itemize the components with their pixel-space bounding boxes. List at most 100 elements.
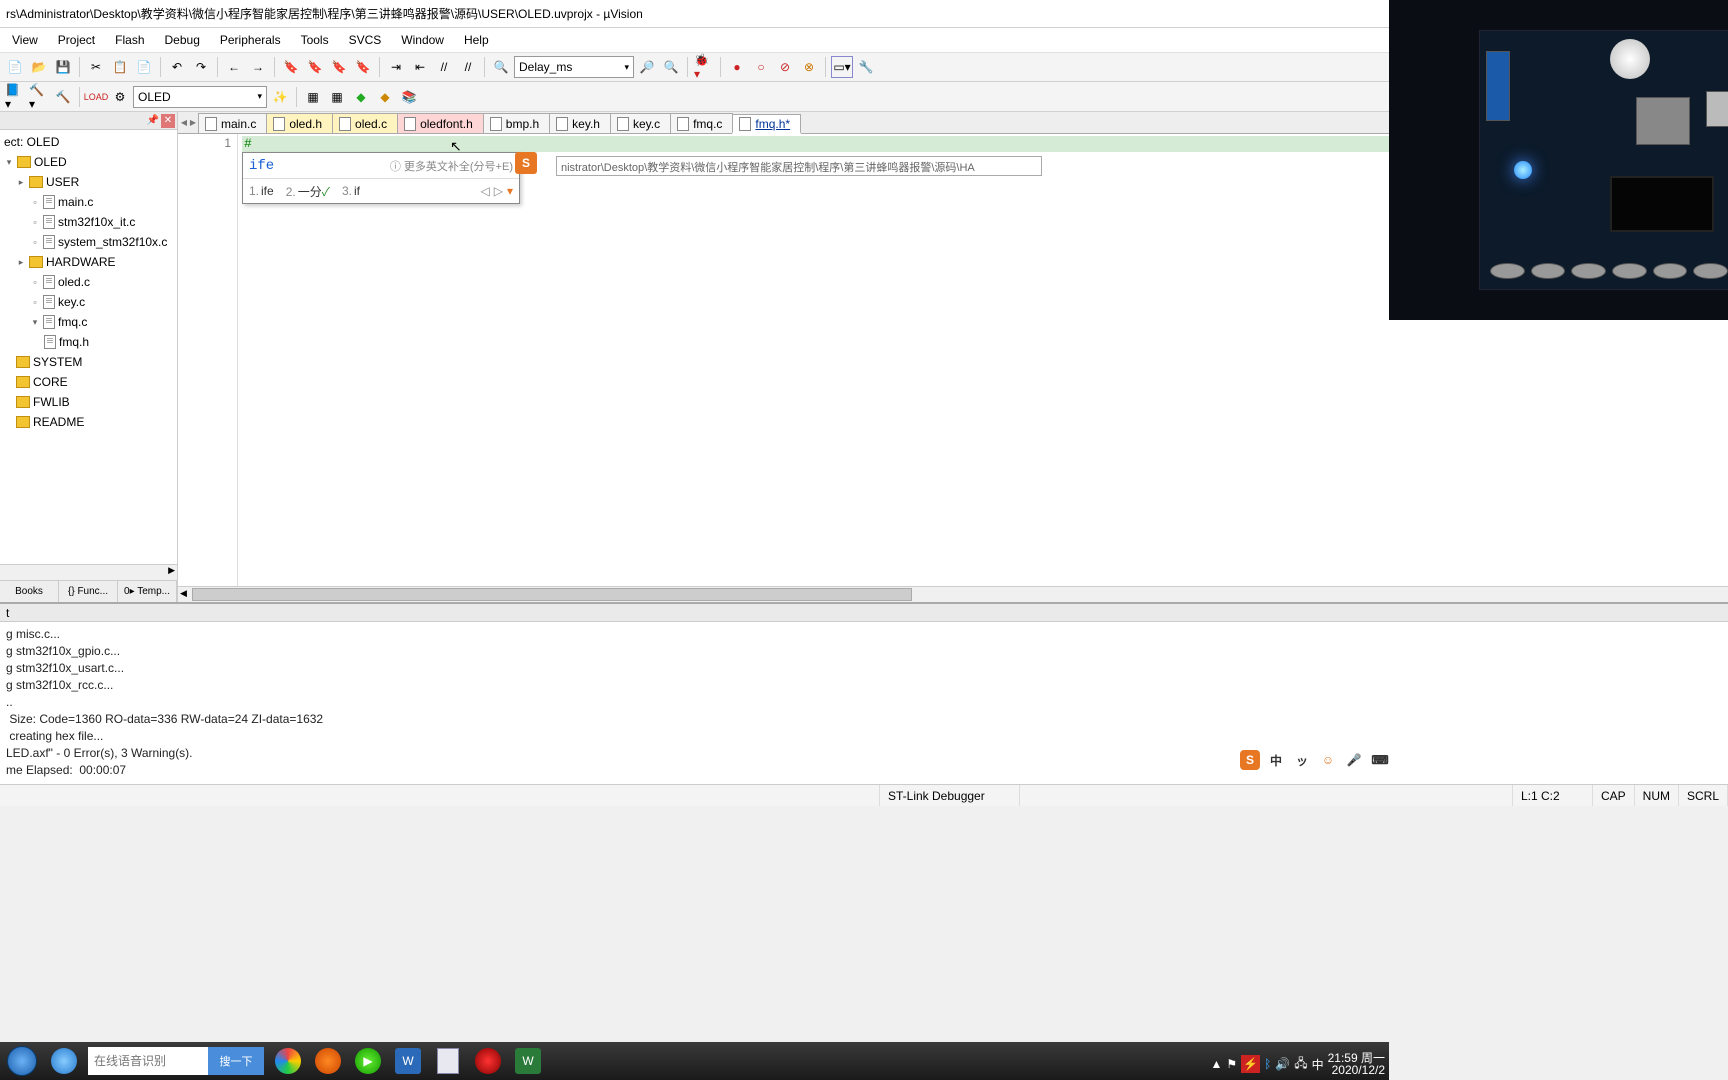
ime-keyboard-icon[interactable]: ⌨ [1370,750,1390,770]
new-icon[interactable]: 📄 [4,56,26,78]
manage-multi-icon[interactable]: ▦ [326,86,348,108]
record-icon[interactable] [468,1042,508,1080]
ime-emoji-icon[interactable]: ☺ [1318,750,1338,770]
outdent-icon[interactable]: ⇤ [409,56,431,78]
tab-nav-left-icon[interactable]: ◀ [180,115,188,129]
media-icon[interactable]: ▶ [348,1042,388,1080]
app-icon[interactable]: W [508,1042,548,1080]
target-combo[interactable]: OLED ▾ [133,86,267,108]
copy-icon[interactable]: 📋 [109,56,131,78]
debug-icon[interactable]: 🐞▾ [693,56,715,78]
menu-tools[interactable]: Tools [293,31,337,49]
bookmark-icon[interactable]: 🔖 [280,56,302,78]
tree-group-hardware[interactable]: ▸HARDWARE [2,252,175,272]
redo-icon[interactable]: ↷ [190,56,212,78]
ime-candidate-2[interactable]: 2.一分✓ [286,183,330,200]
manage-icon[interactable]: ▦ [302,86,324,108]
build-icon[interactable]: 🔨▾ [28,86,50,108]
tree-file[interactable]: ▫stm32f10x_it.c [2,212,175,232]
tree-project-root[interactable]: ect: OLED [2,132,175,152]
translate-icon[interactable]: 📘▾ [4,86,26,108]
find-combo[interactable]: Delay_ms ▾ [514,56,634,78]
tab-oled-c[interactable]: oled.c [332,113,398,133]
sogou-s-icon[interactable]: S [1240,750,1260,770]
breakpoint-kill-icon[interactable]: ⊘ [774,56,796,78]
start-button[interactable] [0,1042,44,1080]
find-icon[interactable]: 🔍 [490,56,512,78]
tree-group-core[interactable]: CORE [2,372,175,392]
scroll-right-icon[interactable]: ▶ [168,565,175,576]
search-button[interactable]: 搜一下 [208,1047,264,1075]
flash-icon[interactable]: ⚡ [1241,1055,1260,1073]
tree-file[interactable]: fmq.h [2,332,175,352]
tree-file[interactable]: ▫system_stm32f10x.c [2,232,175,252]
tab-oledfont-h[interactable]: oledfont.h [397,113,484,133]
rebuild-icon[interactable]: 🔨 [52,86,74,108]
menu-peripherals[interactable]: Peripherals [212,31,289,49]
volume-icon[interactable]: 🔊 [1275,1057,1290,1071]
ime-next-icon[interactable]: ▷ [494,184,503,198]
breakpoint-kill-all-icon[interactable]: ⊗ [798,56,820,78]
bluetooth-icon[interactable]: ᛒ [1264,1057,1271,1071]
tab-key-h[interactable]: key.h [549,113,611,133]
tab-fmq-c[interactable]: fmq.c [670,113,733,133]
close-icon[interactable]: ✕ [161,114,175,128]
tab-oled-h[interactable]: oled.h [266,113,333,133]
books-icon[interactable]: 📚 [398,86,420,108]
menu-view[interactable]: View [4,31,46,49]
menu-flash[interactable]: Flash [107,31,152,49]
system-tray[interactable]: ▲ ⚑ ⚡ ᛒ 🔊 🖧 中 21:59 周一 2020/12/2 [1210,1052,1385,1076]
tab-main-c[interactable]: main.c [198,113,267,133]
ime-prev-icon[interactable]: ◁ [481,184,490,198]
flag-icon[interactable]: ⚑ [1226,1057,1237,1071]
ime-expand-icon[interactable]: ▾ [507,184,513,198]
sidebar-tab-functions[interactable]: {} Func... [59,581,118,602]
tray-icon[interactable]: ▲ [1210,1057,1222,1071]
build-output-body[interactable]: g misc.c... g stm32f10x_gpio.c... g stm3… [0,622,1728,782]
project-tree[interactable]: ect: OLED ▾OLED ▸USER ▫main.c ▫stm32f10x… [0,130,177,560]
menu-debug[interactable]: Debug [157,31,208,49]
ime-floating-toolbar[interactable]: S 中 ッ ☺ 🎤 ⌨ [1240,750,1390,770]
scroll-thumb[interactable] [192,588,912,601]
menu-help[interactable]: Help [456,31,497,49]
pin-icon[interactable]: 📌 [147,115,159,126]
chrome-icon[interactable] [268,1042,308,1080]
ime-candidate-3[interactable]: 3.if [342,184,360,198]
editor-hscroll[interactable]: ◀ [178,586,1728,602]
tree-file[interactable]: ▾fmq.c [2,312,175,332]
menu-svcs[interactable]: SVCS [341,31,390,49]
menu-window[interactable]: Window [393,31,452,49]
sidebar-tab-templates[interactable]: 0▸ Temp... [118,581,177,602]
firefox-icon[interactable] [308,1042,348,1080]
comment-icon[interactable]: // [433,56,455,78]
menu-project[interactable]: Project [50,31,103,49]
tab-fmq-h[interactable]: fmq.h* [732,114,801,134]
ime-popup[interactable]: ife ⓘ 更多英文补全(分号+E) S 1.ife 2.一分✓ 3.if ◁ … [242,152,520,204]
download-icon[interactable]: LOAD [85,86,107,108]
notepad-icon[interactable] [428,1042,468,1080]
network-icon[interactable]: 🖧 [1294,1054,1307,1075]
nav-back-icon[interactable]: ← [223,56,245,78]
breakpoint-icon[interactable]: ● [726,56,748,78]
tree-group-system[interactable]: SYSTEM [2,352,175,372]
ime-lang-toggle[interactable]: 中 [1266,750,1286,770]
cut-icon[interactable]: ✂ [85,56,107,78]
ime-voice-icon[interactable]: 🎤 [1344,750,1364,770]
windows-taskbar[interactable]: 搜一下 ▶ W W ▲ ⚑ ⚡ ᛒ 🔊 🖧 中 21:59 周一 2020/12… [0,1042,1389,1080]
open-icon[interactable]: 📂 [28,56,50,78]
pack-installer-icon[interactable]: ◆ [374,86,396,108]
tree-file[interactable]: ▫main.c [2,192,175,212]
indent-icon[interactable]: ⇥ [385,56,407,78]
search-input[interactable] [88,1048,208,1074]
window-icon[interactable]: ▭▾ [831,56,853,78]
taskbar-search[interactable]: 搜一下 [88,1047,264,1075]
tab-key-c[interactable]: key.c [610,113,671,133]
batch-build-icon[interactable]: ⚙ [109,86,131,108]
options-icon[interactable]: ✨ [269,86,291,108]
bookmark-clear-icon[interactable]: 🔖 [352,56,374,78]
scroll-left-icon[interactable]: ◀ [180,588,187,599]
tab-bmp-h[interactable]: bmp.h [483,113,550,133]
bookmark-next-icon[interactable]: 🔖 [328,56,350,78]
configure-icon[interactable]: 🔧 [855,56,877,78]
ime-punct-icon[interactable]: ッ [1292,750,1312,770]
